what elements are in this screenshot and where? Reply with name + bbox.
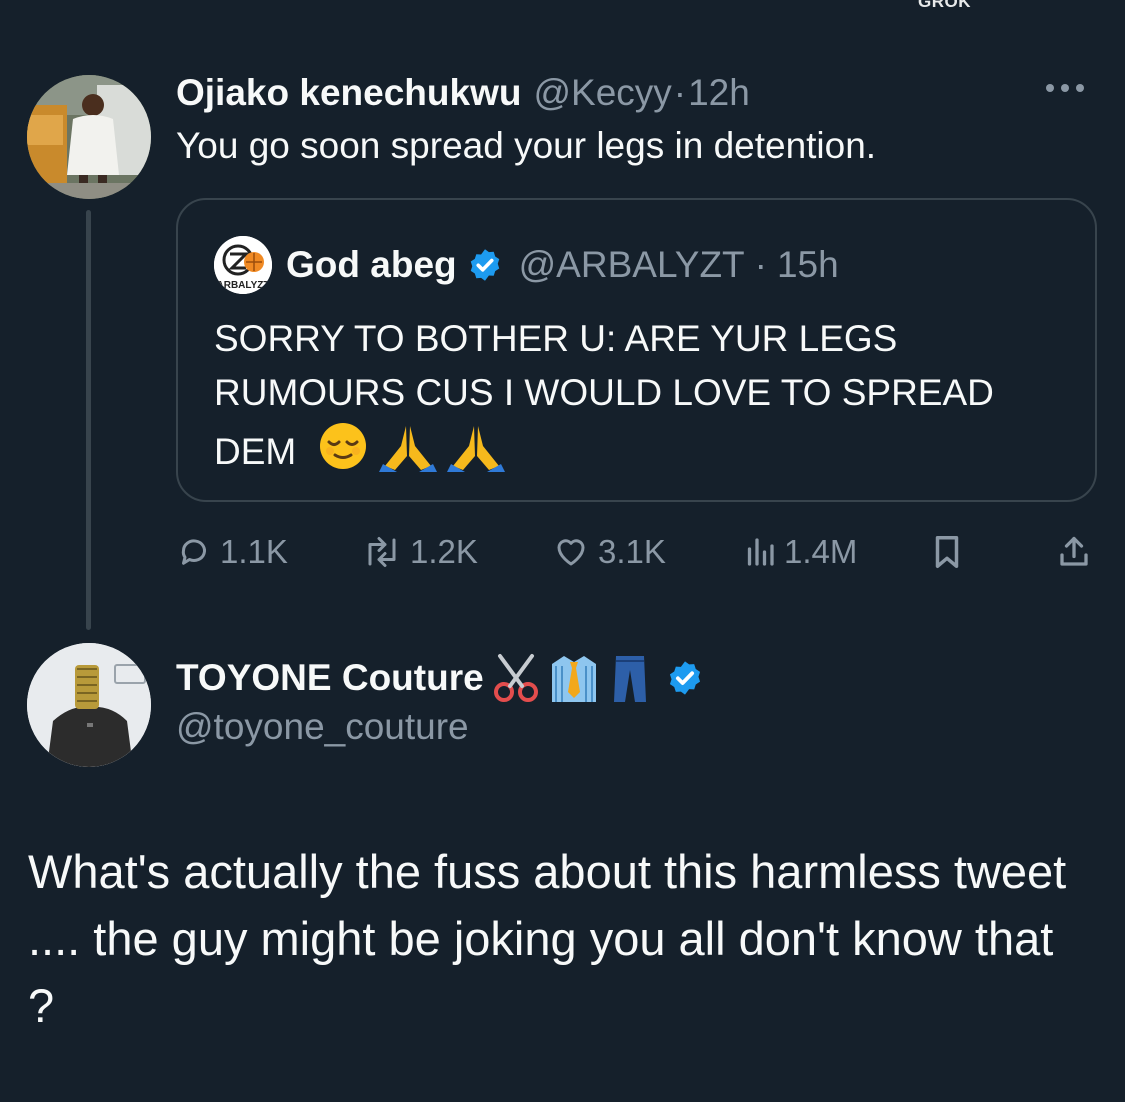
quoted-tweet-time[interactable]: 15h xyxy=(777,244,839,286)
bookmark-button[interactable] xyxy=(930,529,964,575)
quoted-avatar-text: ARBALYZT xyxy=(217,280,270,291)
like-button[interactable]: 3.1K xyxy=(552,529,666,575)
views-button[interactable]: 1.4M xyxy=(744,529,857,575)
share-button[interactable] xyxy=(1056,529,1092,575)
author-name[interactable]: Ojiako kenechukwu xyxy=(176,72,521,114)
verified-badge-icon xyxy=(467,247,503,283)
repost-icon xyxy=(368,537,396,567)
tweet-text: You go soon spread your legs in detentio… xyxy=(176,125,877,166)
quoted-author-handle[interactable]: @ARBALYZT xyxy=(519,244,745,286)
folded-hands-icon xyxy=(378,420,437,472)
quoted-tweet-header: ARBALYZT God abeg @ARBALYZT · 15h xyxy=(214,236,839,294)
grok-label: GROK xyxy=(918,0,971,11)
verified-badge-icon xyxy=(666,659,704,697)
reply-header: TOYONE Couture xyxy=(176,650,704,706)
reply-text: What's actually the fuss about this harm… xyxy=(28,845,1067,1032)
quoted-avatar[interactable]: ARBALYZT xyxy=(214,236,272,294)
reply-button[interactable]: 1.1K xyxy=(176,529,288,575)
relieved-face-icon xyxy=(317,420,369,472)
views-count: 1.4M xyxy=(784,533,858,570)
reply-count: 1.1K xyxy=(220,533,288,570)
jeans-icon xyxy=(608,652,652,704)
reply-author-name[interactable]: TOYONE Couture xyxy=(176,657,484,699)
avatar[interactable] xyxy=(27,75,151,199)
heart-icon xyxy=(557,539,585,566)
share-icon xyxy=(1060,536,1088,566)
bookmark-icon xyxy=(935,536,959,568)
quoted-author-name[interactable]: God abeg xyxy=(286,244,457,286)
thread-connector-line xyxy=(86,210,91,630)
scissors-icon xyxy=(492,652,540,704)
like-count: 3.1K xyxy=(598,533,666,570)
repost-count: 1.2K xyxy=(410,533,478,570)
views-icon xyxy=(747,538,774,566)
separator-dot: · xyxy=(673,72,687,113)
repost-button[interactable]: 1.2K xyxy=(362,529,478,575)
more-options-icon[interactable] xyxy=(1046,84,1084,92)
tweet-header: Ojiako kenechukwu @Kecyy · 12h xyxy=(176,70,750,116)
author-handle[interactable]: @Kecyy xyxy=(533,72,671,114)
separator-dot: · xyxy=(754,244,767,285)
tweet-action-bar: 1.1K 1.2K 3.1K 1.4M xyxy=(176,529,1096,575)
reply-author-handle[interactable]: @toyone_couture xyxy=(176,706,469,748)
avatar[interactable] xyxy=(27,643,151,767)
shirt-tie-icon xyxy=(548,652,600,704)
folded-hands-icon xyxy=(447,420,506,472)
quoted-tweet-text: SORRY TO BOTHER U: ARE YUR LEGS RUMOURS … xyxy=(214,312,1084,479)
quoted-tweet-card[interactable]: ARBALYZT God abeg @ARBALYZT · 15h SORRY … xyxy=(176,198,1097,502)
tweet-time[interactable]: 12h xyxy=(688,72,750,114)
reply-icon xyxy=(181,539,206,565)
